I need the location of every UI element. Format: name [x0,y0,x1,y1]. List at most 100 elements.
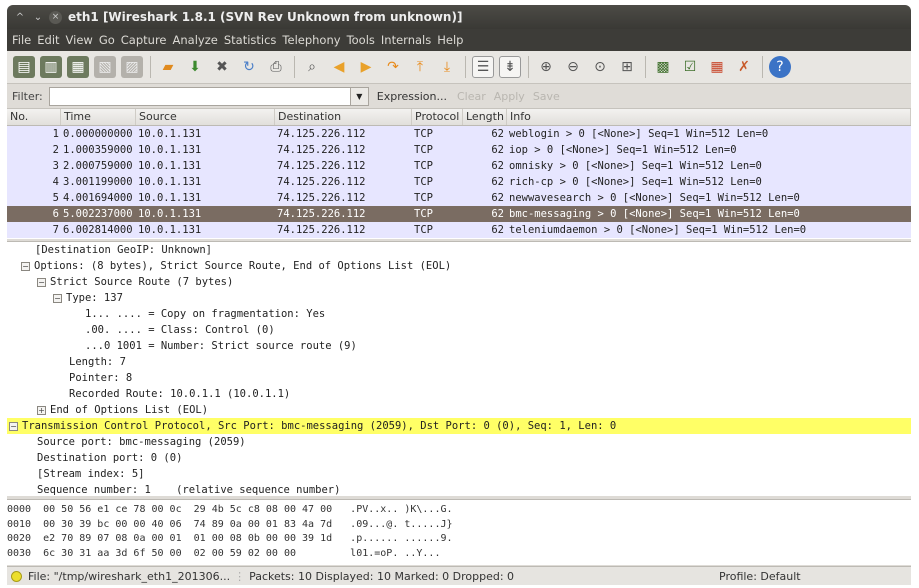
expression-button[interactable]: Expression... [377,90,447,103]
detail-text: Transmission Control Protocol, Src Port:… [22,420,617,432]
detail-line[interactable]: [Destination GeoIP: Unknown] [7,242,911,258]
menu-statistics[interactable]: Statistics [224,33,277,47]
interfaces-icon[interactable]: ▤ [13,56,35,78]
go-forward-icon[interactable]: ▶ [355,56,377,78]
expand-icon[interactable]: + [37,405,46,415]
save-file-icon[interactable]: ⬇ [184,56,206,78]
detail-line[interactable]: ...0 1001 = Number: Strict source route … [7,338,911,354]
column-header-info[interactable]: Info [507,109,911,125]
packet-cell-info: iop > 0 [<None>] Seq=1 Win=512 Len=0 [509,144,737,156]
menu-tools[interactable]: Tools [347,33,375,47]
colorize-icon[interactable]: ☰ [472,56,494,78]
toolbar-separator [294,56,295,78]
detail-line[interactable]: Destination port: 0 (0) [7,450,911,466]
packet-row[interactable]: 2 1.000359000 10.0.1.131 74.125.226.112 TCP 6… [7,142,911,158]
menu-capture[interactable]: Capture [121,33,167,47]
menu-analyze[interactable]: Analyze [173,33,218,47]
open-file-icon[interactable]: ▰ [157,56,179,78]
find-packet-icon[interactable]: ⌕ [301,56,323,78]
resize-columns-icon[interactable]: ⊞ [616,56,638,78]
packet-cell-dst: 74.125.226.112 [277,176,366,188]
first-packet-icon[interactable]: ⤒ [409,56,431,78]
zoom-out-icon[interactable]: ⊖ [562,56,584,78]
close-icon[interactable]: × [49,10,62,24]
collapse-icon[interactable]: − [53,293,62,303]
zoom-normal-icon[interactable]: ⊙ [589,56,611,78]
go-to-packet-icon[interactable]: ↷ [382,56,404,78]
display-filters-icon[interactable]: ☑ [679,56,701,78]
menu-internals[interactable]: Internals [381,33,431,47]
preferences-icon[interactable]: ✗ [733,56,755,78]
menu-help[interactable]: Help [437,33,463,47]
minimize-icon[interactable]: ^ [13,12,27,23]
detail-line[interactable]: − Options: (8 bytes), Strict Source Route… [7,258,911,274]
detail-line[interactable]: Sequence number: 1 (relative sequence nu… [7,482,911,496]
detail-line[interactable]: [Stream index: 5] [7,466,911,482]
status-profile[interactable]: Profile: Default [719,570,801,583]
reload-icon[interactable]: ↻ [238,56,260,78]
detail-line[interactable]: + End of Options List (EOL) [7,402,911,418]
detail-line[interactable]: Recorded Route: 10.0.1.1 (10.0.1.1) [7,386,911,402]
print-icon[interactable]: ⎙ [265,56,287,78]
detail-line[interactable]: 1... .... = Copy on fragmentation: Yes [7,306,911,322]
menu-view[interactable]: View [66,33,93,47]
detail-line[interactable]: − Strict Source Route (7 bytes) [7,274,911,290]
restart-capture-icon[interactable]: ▨ [121,56,143,78]
collapse-icon[interactable]: − [37,277,46,287]
collapse-icon[interactable]: − [9,421,18,431]
filter-input[interactable] [48,86,350,106]
detail-line[interactable]: .00. .... = Class: Control (0) [7,322,911,338]
chevron-down-icon[interactable]: ▼ [349,86,369,106]
main-toolbar: ▤ ▥ ▦ ▧ ▨ ▰ ⬇ ✖ ↻ ⎙ ⌕ ◀ ▶ ↷ ⤒ ⤓ ☰ ⇟ ⊕ ⊖ … [7,51,911,84]
detail-line[interactable]: Pointer: 8 [7,370,911,386]
capture-options-icon[interactable]: ▥ [40,56,62,78]
apply-button[interactable]: Apply [494,90,525,103]
column-header-destination[interactable]: Destination [275,109,412,125]
menu-go[interactable]: Go [99,33,115,47]
menu-file[interactable]: File [12,33,31,47]
packet-cell-proto: TCP [414,128,433,140]
menu-edit[interactable]: Edit [37,33,59,47]
packet-row[interactable]: 1 0.000000000 10.0.1.131 74.125.226.112 TCP 6… [7,126,911,142]
last-packet-icon[interactable]: ⤓ [436,56,458,78]
help-icon[interactable]: ? [769,56,791,78]
detail-line[interactable]: − Transmission Control Protocol, Src Port… [7,418,911,434]
capture-filters-icon[interactable]: ▩ [652,56,674,78]
clear-button[interactable]: Clear [457,90,486,103]
go-back-icon[interactable]: ◀ [328,56,350,78]
packet-details: [Destination GeoIP: Unknown] − Options: (8… [7,241,911,496]
packet-cell-info: weblogin > 0 [<None>] Seq=1 Win=512 Len=… [509,128,769,140]
packet-cell-src: 10.0.1.131 [138,128,202,140]
zoom-in-icon[interactable]: ⊕ [535,56,557,78]
packet-row[interactable]: 3 2.000759000 10.0.1.131 74.125.226.112 TCP 6… [7,158,911,174]
detail-line[interactable]: Source port: bmc-messaging (2059) [7,434,911,450]
start-capture-icon[interactable]: ▦ [67,56,89,78]
detail-line[interactable]: Length: 7 [7,354,911,370]
stop-capture-icon[interactable]: ▧ [94,56,116,78]
hex-line: 0020 e2 70 89 07 08 0a 00 01 01 00 08 0b… [7,533,453,544]
maximize-icon[interactable]: ⌄ [31,12,45,23]
packet-cell-src: 10.0.1.131 [138,160,202,172]
packet-row[interactable]: 7 6.002814000 10.0.1.131 74.125.226.112 TCP 6… [7,222,911,238]
menu-telephony[interactable]: Telephony [282,33,340,47]
packet-row[interactable]: 6 5.002237000 10.0.1.131 74.125.226.112 TCP 6… [7,206,911,222]
detail-line[interactable]: − Type: 137 [7,290,911,306]
detail-text: Type: 137 [66,292,123,304]
column-header-length[interactable]: Length [463,109,507,125]
auto-scroll-icon[interactable]: ⇟ [499,56,521,78]
column-header-no[interactable]: No. [7,109,61,125]
collapse-icon[interactable]: − [21,261,30,271]
packet-row[interactable]: 5 4.001694000 10.0.1.131 74.125.226.112 TCP 6… [7,190,911,206]
packet-row[interactable]: 4 3.001199000 10.0.1.131 74.125.226.112 TCP 6… [7,174,911,190]
coloring-rules-icon[interactable]: ▦ [706,56,728,78]
close-file-icon[interactable]: ✖ [211,56,233,78]
save-button[interactable]: Save [533,90,560,103]
expert-info-icon[interactable] [11,570,22,582]
column-header-source[interactable]: Source [136,109,275,125]
column-header-time[interactable]: Time [61,109,136,125]
packet-cell-dst: 74.125.226.112 [277,224,366,236]
detail-text: [Destination GeoIP: Unknown] [35,244,213,256]
column-header-protocol[interactable]: Protocol [412,109,463,125]
hex-line: 0030 6c 30 31 aa 3d 6f 50 00 02 00 59 02… [7,547,441,559]
status-bar: File: "/tmp/wireshark_eth1_201306... ⋮ P… [7,566,911,585]
